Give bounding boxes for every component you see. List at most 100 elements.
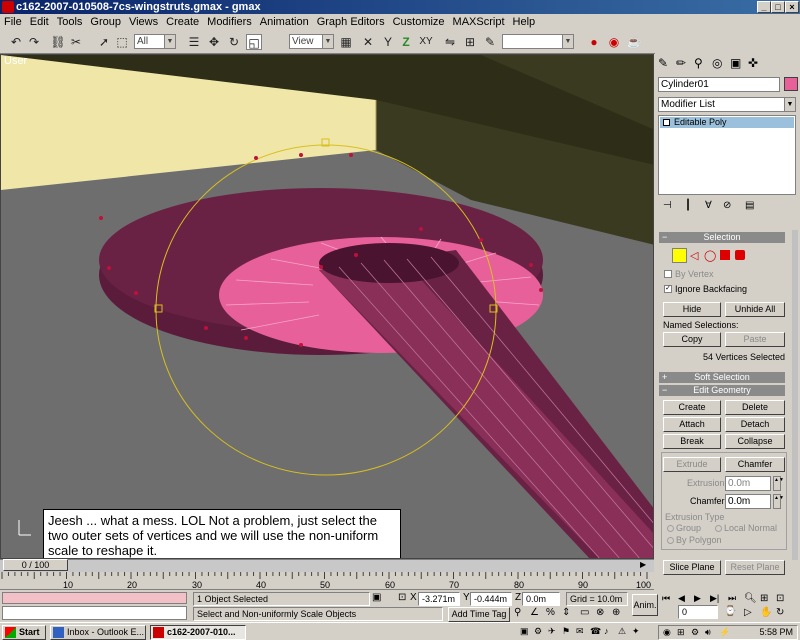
minimize-button[interactable]: _ xyxy=(757,1,771,13)
render-teapot-icon[interactable]: ☕ xyxy=(626,34,642,50)
hierarchy-tab-icon[interactable]: ⚲ xyxy=(694,56,703,70)
configure-sets-icon[interactable]: ▤ xyxy=(745,200,754,211)
element-mode-icon[interactable] xyxy=(735,250,745,260)
zoom-all-icon[interactable]: ⊞ xyxy=(760,593,768,604)
tray-icon-e[interactable]: ⚡ xyxy=(719,626,730,639)
undo-icon[interactable]: ↶ xyxy=(8,34,24,50)
restrict-x-icon[interactable]: ✕ xyxy=(360,34,376,50)
utilities-tab-icon[interactable]: ✜ xyxy=(748,56,758,70)
tray-icon-7[interactable]: ♪ xyxy=(604,626,609,636)
menu-maxscript[interactable]: MAXScript xyxy=(453,16,505,28)
align-icon[interactable]: ⊞ xyxy=(462,34,478,50)
unlink-icon[interactable]: ✂ xyxy=(68,34,84,50)
next-key-icon[interactable]: ▶| xyxy=(710,593,719,604)
extrusion-field[interactable]: 0.0m xyxy=(725,476,771,491)
close-button[interactable]: × xyxy=(785,1,799,13)
time-slider-track[interactable] xyxy=(0,559,654,572)
remove-modifier-icon[interactable]: ⊘ xyxy=(723,200,731,211)
y-coordinate-field[interactable]: -0.444m xyxy=(470,592,512,606)
pin-stack-icon[interactable]: ⊣ xyxy=(663,200,672,211)
menu-edit[interactable]: Edit xyxy=(30,16,49,28)
tray-icon-6[interactable]: ☎ xyxy=(590,626,601,637)
next-frame-icon[interactable]: ▶ xyxy=(640,560,646,569)
object-name-field[interactable]: Cylinder01 xyxy=(658,77,780,92)
region-select-icon[interactable]: ⬚ xyxy=(114,34,130,50)
window-crossing-icon[interactable]: ▭ xyxy=(580,607,589,618)
local-normal-radio[interactable] xyxy=(715,525,722,532)
modifier-stack[interactable]: Editable Poly xyxy=(658,115,796,195)
create-tab-icon[interactable]: ✎ xyxy=(658,56,668,70)
menu-help[interactable]: Help xyxy=(513,16,536,28)
break-button[interactable]: Break xyxy=(663,434,721,449)
clock[interactable]: 5:58 PM xyxy=(759,627,793,637)
motion-tab-icon[interactable]: ◎ xyxy=(712,56,722,70)
menu-graph-editors[interactable]: Graph Editors xyxy=(317,16,385,28)
tray-icon-9[interactable]: ✦ xyxy=(632,626,640,637)
slice-plane-button[interactable]: Slice Plane xyxy=(663,560,721,575)
taskbar-item-outlook[interactable]: Inbox - Outlook E... xyxy=(50,625,146,640)
named-selection-select[interactable]: ▼ xyxy=(502,34,574,49)
menu-views[interactable]: Views xyxy=(129,16,158,28)
unhide-all-button[interactable]: Unhide All xyxy=(725,302,785,317)
tray-icon-3[interactable]: ✈ xyxy=(548,626,556,637)
taskbar-item-gmax[interactable]: c162-2007-010... xyxy=(150,625,246,640)
modify-tab-icon[interactable]: ✏ xyxy=(676,56,686,70)
tray-icon-1[interactable]: ▣ xyxy=(520,626,529,637)
add-time-tag-button[interactable]: Add Time Tag xyxy=(448,607,510,622)
pivot-icon[interactable]: ▦ xyxy=(338,34,354,50)
ignore-backfacing-checkbox[interactable]: ✓ xyxy=(664,285,672,293)
z-coordinate-field[interactable]: 0.0m xyxy=(522,592,560,606)
scale-icon[interactable]: ◱ xyxy=(246,34,262,50)
fov-icon[interactable]: ▷ xyxy=(744,607,752,618)
prev-frame-icon[interactable]: ◀ xyxy=(678,593,685,604)
zoom-extents-icon[interactable]: ⊡ xyxy=(776,593,784,604)
link-icon[interactable]: ⛓ xyxy=(50,34,66,50)
goto-start-icon[interactable]: ⏮ xyxy=(662,593,670,604)
arc-rotate-icon[interactable]: ↻ xyxy=(776,607,784,618)
vertex-mode-icon[interactable] xyxy=(672,248,687,263)
menu-file[interactable]: File xyxy=(4,16,22,28)
paint-icon[interactable]: ✎ xyxy=(482,34,498,50)
display-tab-icon[interactable]: ▣ xyxy=(730,56,741,70)
tray-icon-2[interactable]: ⚙ xyxy=(534,626,542,637)
reference-coord-select[interactable]: View ▼ xyxy=(289,34,334,49)
current-frame-field[interactable]: 0 xyxy=(678,605,718,619)
select-by-name-icon[interactable]: ☰ xyxy=(186,34,202,50)
percent-snap-icon[interactable]: % xyxy=(546,607,555,618)
maxscript-listener-white[interactable] xyxy=(2,606,187,620)
viewport-label[interactable]: User xyxy=(4,55,27,67)
tray-icon-a[interactable]: ◉ xyxy=(663,626,671,639)
make-unique-icon[interactable]: ∀ xyxy=(705,200,712,211)
track-bar[interactable]: 10 20 30 40 50 60 70 80 90 100 xyxy=(0,572,654,590)
copy-button[interactable]: Copy xyxy=(663,332,721,347)
menu-modifiers[interactable]: Modifiers xyxy=(207,16,252,28)
chamfer-spinner-icon[interactable]: ▲▼ xyxy=(773,494,784,509)
menu-group[interactable]: Group xyxy=(90,16,121,28)
animate-button[interactable]: Anim. xyxy=(632,594,658,616)
menu-create[interactable]: Create xyxy=(166,16,199,28)
time-config-icon[interactable]: ⌚ xyxy=(724,606,736,617)
chamfer-field[interactable]: 0.0m xyxy=(725,494,771,509)
maxscript-listener-pink[interactable] xyxy=(2,592,187,604)
time-slider-thumb[interactable]: 0 / 100 xyxy=(3,559,68,571)
menu-customize[interactable]: Customize xyxy=(393,16,445,28)
redo-icon[interactable]: ↷ xyxy=(26,34,42,50)
collapse-button[interactable]: Collapse xyxy=(725,434,785,449)
by-vertex-checkbox[interactable] xyxy=(664,270,672,278)
zoom-icon[interactable]: 🔍︎ xyxy=(744,593,757,604)
selection-rollout-header[interactable]: − Selection xyxy=(659,232,785,243)
tray-icon-4[interactable]: ⚑ xyxy=(562,626,570,637)
border-mode-icon[interactable]: ◯ xyxy=(704,249,716,262)
start-button[interactable]: Start xyxy=(2,625,46,640)
x-coordinate-field[interactable]: -3.271m xyxy=(418,592,460,606)
by-polygon-radio[interactable] xyxy=(667,537,674,544)
modifier-list-select[interactable]: Modifier List ▼ xyxy=(658,97,796,112)
edge-mode-icon[interactable]: ◁ xyxy=(690,249,698,262)
show-end-result-icon[interactable]: ┃ xyxy=(685,200,691,211)
edit-geometry-rollout-header[interactable]: − Edit Geometry xyxy=(659,385,785,396)
snap-icon[interactable]: ⚲ xyxy=(514,607,521,618)
rotate-icon[interactable]: ↻ xyxy=(226,34,242,50)
group-radio[interactable] xyxy=(667,525,674,532)
tray-icon-c[interactable]: ⚙ xyxy=(691,626,699,639)
spinner-snap-icon[interactable]: ⇕ xyxy=(562,607,570,618)
